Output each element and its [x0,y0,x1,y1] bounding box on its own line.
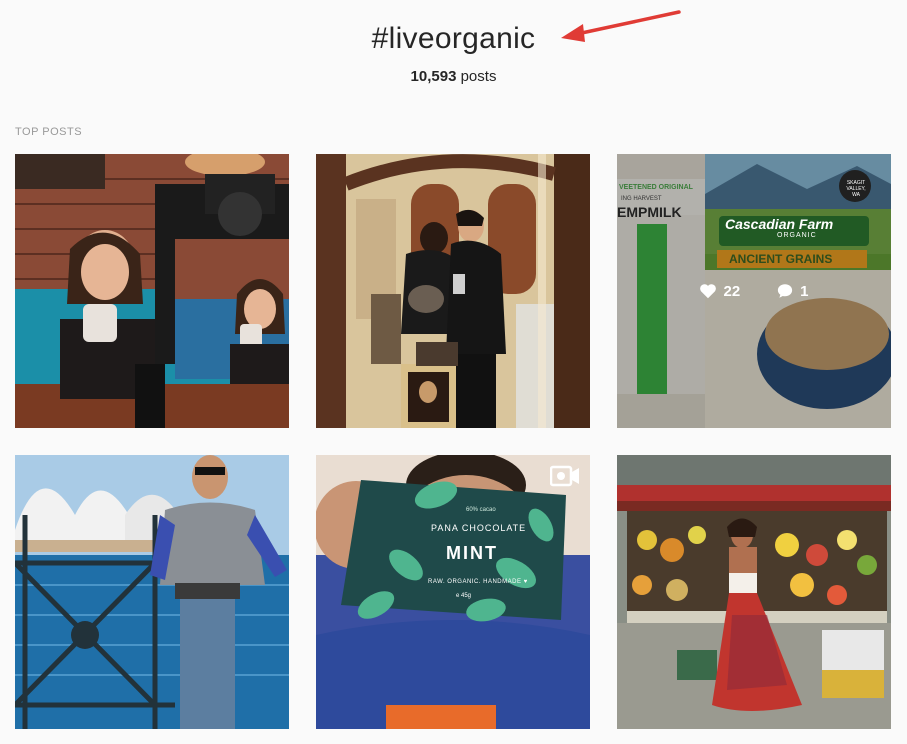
post-tile-6[interactable] [617,455,891,729]
cereal-name: ANCIENT GRAINS [729,252,833,266]
pack-flavor: MINT [446,543,498,563]
cereal-brand: Cascadian Farm [725,216,834,232]
video-camera-icon [550,465,579,487]
carton-text-brand: EMPMILK [617,204,682,220]
post-image-1 [15,154,289,428]
comments-stat: 1 [776,282,809,300]
cereal-organic: ORGANIC [777,232,817,239]
post-count: 10,593 posts [0,68,907,85]
carton-text-top: VEETENED ORIGINAL [619,184,693,191]
pack-tagline: RAW. ORGANIC. HANDMADE ♥ [428,579,528,585]
cereal-badge: SKAGIT VALLEY, WA [846,180,866,198]
top-posts-label: TOP POSTS [15,126,83,138]
likes-stat: 22 [699,282,740,300]
post-tile-2[interactable] [316,154,590,428]
pack-weight: e 45g [456,593,472,599]
annotation-arrow-icon [561,10,681,42]
post-tile-5[interactable]: 60% cacao PANA CHOCOLATE MINT RAW. ORGAN… [316,455,590,729]
comment-icon [778,284,793,298]
hashtag-page: #liveorganic 10,593 posts TOP POSTS VEET… [0,0,907,744]
post-stats: 22 1 [617,282,891,300]
post-image-2 [316,154,590,428]
post-tile-4[interactable] [15,455,289,729]
post-tile-1[interactable] [15,154,289,428]
pack-cacao: 60% cacao [466,507,496,513]
post-image-4 [15,455,289,729]
comments-count: 1 [800,282,809,300]
post-tile-3[interactable]: VEETENED ORIGINAL ING HARVEST EMPMILK Ca… [617,154,891,428]
carton-text-mid: ING HARVEST [621,196,662,202]
pack-brand: PANA CHOCOLATE [431,523,527,533]
heart-icon [700,284,717,299]
post-image-6 [617,455,891,729]
post-count-label: posts [460,68,497,85]
hashtag-title: #liveorganic [371,22,536,55]
post-image-5 [316,455,590,729]
post-count-number: 10,593 [410,68,457,85]
likes-count: 22 [723,282,741,300]
